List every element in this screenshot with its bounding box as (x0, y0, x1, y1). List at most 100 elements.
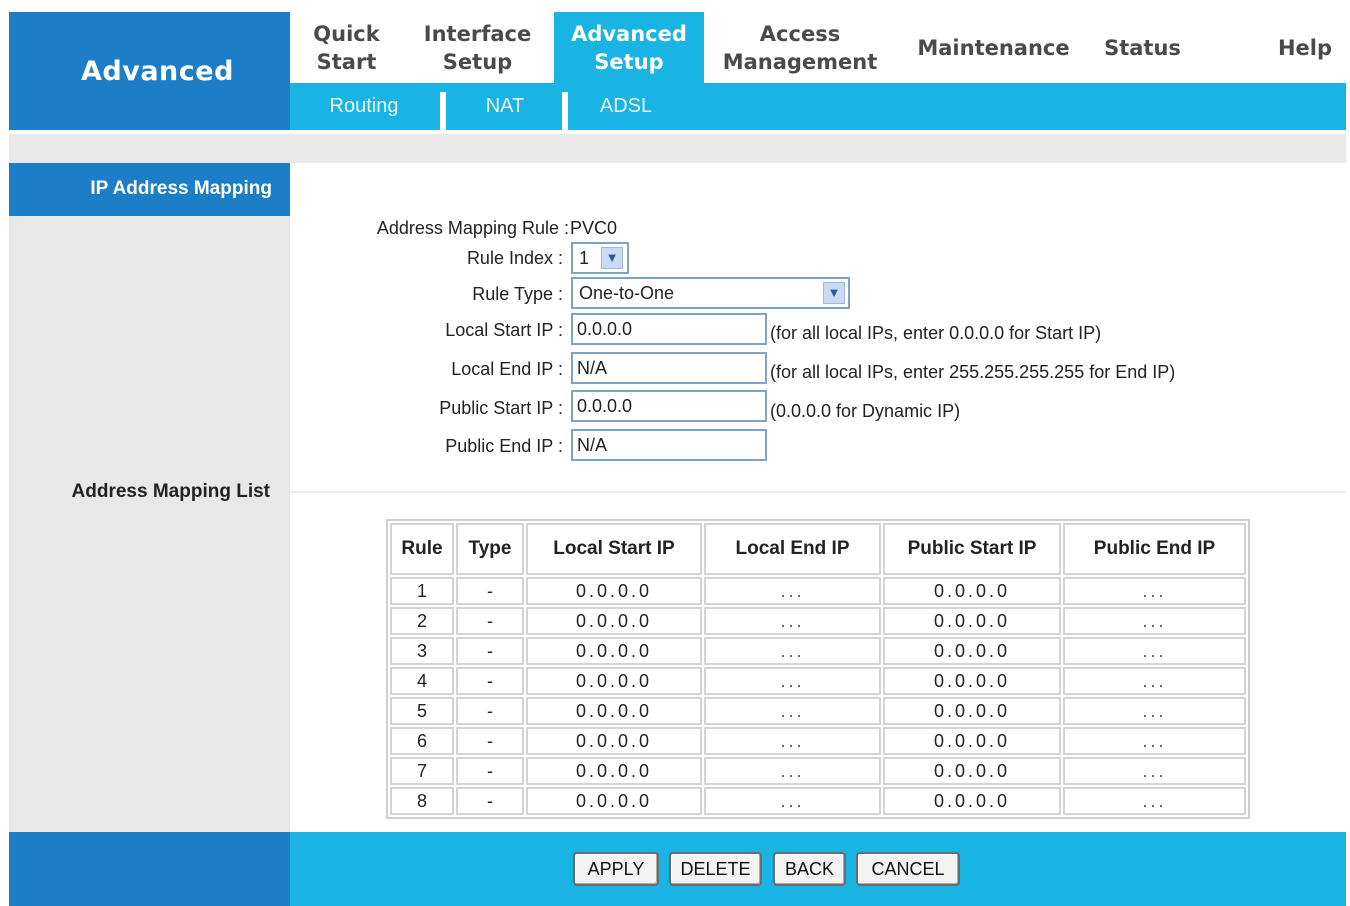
brand-title: Advanced (81, 56, 234, 87)
cell-local-end-ip: ... (704, 727, 881, 755)
tab-label: Management (722, 49, 878, 74)
cell-type: - (456, 607, 524, 635)
chevron-down-icon: ▼ (601, 247, 623, 269)
local-end-ip-input[interactable] (571, 352, 767, 384)
sub-nav: Routing NAT ADSL (290, 83, 1346, 130)
tab-label: Start (316, 49, 377, 74)
cell-local-end-ip: ... (704, 757, 881, 785)
public-end-ip-input[interactable] (571, 429, 767, 461)
cell-public-start-ip: 0.0.0.0 (883, 757, 1061, 785)
local-end-label: Local End IP : (451, 359, 563, 379)
cell-rule: 1 (390, 577, 454, 605)
cell-public-start-ip: 0.0.0.0 (883, 667, 1061, 695)
mapping-rule-value: PVC0 (570, 218, 618, 238)
cell-rule: 4 (390, 667, 454, 695)
rule-index-label: Rule Index : (466, 248, 563, 268)
tab-label: Setup (594, 49, 664, 74)
tab-label: Setup (442, 49, 513, 74)
cell-rule: 8 (390, 787, 454, 815)
local-end-hint: (for all local IPs, enter 255.255.255.25… (770, 362, 1176, 382)
table-row: 7-0.0.0.0... 0.0.0.0... (390, 757, 1246, 785)
cell-public-start-ip: 0.0.0.0 (883, 727, 1061, 755)
cell-type: - (456, 577, 524, 605)
cell-type: - (456, 667, 524, 695)
cell-local-start-ip: 0.0.0.0 (526, 607, 702, 635)
cell-rule: 3 (390, 637, 454, 665)
subtab-routing[interactable]: Routing (312, 83, 416, 130)
cell-local-start-ip: 0.0.0.0 (526, 637, 702, 665)
cell-local-end-ip: ... (704, 667, 881, 695)
cell-public-end-ip: ... (1063, 577, 1246, 605)
tab-maintenance[interactable]: Maintenance (906, 12, 1081, 83)
back-button[interactable]: BACK (773, 852, 846, 886)
subtab-adsl[interactable]: ADSL (574, 83, 678, 130)
cell-public-end-ip: ... (1063, 697, 1246, 725)
cell-rule: 5 (390, 697, 454, 725)
cell-type: - (456, 637, 524, 665)
cell-public-end-ip: ... (1063, 637, 1246, 665)
public-start-hint: (0.0.0.0 for Dynamic IP) (770, 401, 961, 421)
cell-public-end-ip: ... (1063, 607, 1246, 635)
rule-index-select[interactable]: 1 ▼ (571, 242, 629, 274)
cell-local-start-ip: 0.0.0.0 (526, 667, 702, 695)
tab-label: Maintenance (917, 35, 1070, 60)
subtab-nat[interactable]: NAT (450, 83, 560, 130)
cell-rule: 6 (390, 727, 454, 755)
cell-public-end-ip: ... (1063, 667, 1246, 695)
tab-label: Help (1277, 35, 1333, 60)
col-rule: Rule (390, 523, 454, 575)
mapping-table: Rule Type Local Start IP Local End IP Pu… (386, 519, 1250, 819)
cell-public-start-ip: 0.0.0.0 (883, 697, 1061, 725)
cell-local-start-ip: 0.0.0.0 (526, 727, 702, 755)
tab-status[interactable]: Status (1095, 12, 1190, 83)
col-local-end: Local End IP (704, 523, 881, 575)
header-band (9, 130, 1346, 163)
cell-local-start-ip: 0.0.0.0 (526, 757, 702, 785)
local-start-label: Local Start IP : (445, 320, 563, 340)
tab-advanced-setup[interactable]: Advanced Setup (554, 12, 704, 83)
footer-left (9, 832, 290, 906)
subtab-separator (440, 92, 446, 130)
cell-public-start-ip: 0.0.0.0 (883, 577, 1061, 605)
tab-quick-start[interactable]: Quick Start (290, 12, 403, 83)
table-header-row: Rule Type Local Start IP Local End IP Pu… (390, 523, 1246, 575)
delete-button[interactable]: DELETE (669, 852, 762, 886)
cancel-button[interactable]: CANCEL (856, 852, 960, 886)
rule-type-label: Rule Type : (472, 284, 563, 304)
cell-local-end-ip: ... (704, 787, 881, 815)
table-row: 5-0.0.0.0... 0.0.0.0... (390, 697, 1246, 725)
apply-button[interactable]: APPLY (573, 852, 659, 886)
list-title: Address Mapping List (71, 481, 270, 502)
local-start-ip-input[interactable] (571, 313, 767, 345)
table-row: 4-0.0.0.0... 0.0.0.0... (390, 667, 1246, 695)
tab-help[interactable]: Help (1265, 12, 1345, 83)
local-start-hint: (for all local IPs, enter 0.0.0.0 for St… (770, 323, 1102, 343)
cell-local-start-ip: 0.0.0.0 (526, 577, 702, 605)
table-row: 3-0.0.0.0... 0.0.0.0... (390, 637, 1246, 665)
brand-panel: Advanced (9, 12, 290, 130)
tab-interface-setup[interactable]: Interface Setup (410, 12, 545, 83)
cell-local-end-ip: ... (704, 577, 881, 605)
rule-type-select[interactable]: One-to-One ▼ (571, 277, 850, 309)
tab-label: Interface (423, 21, 532, 46)
table-row: 8-0.0.0.0... 0.0.0.0... (390, 787, 1246, 815)
section-title: IP Address Mapping (90, 178, 272, 199)
divider (290, 491, 1346, 493)
rule-type-value: One-to-One (579, 283, 675, 303)
mapping-rule-label: Address Mapping Rule : (376, 218, 569, 238)
section-bar: IP Address Mapping (9, 163, 290, 216)
subtab-separator (562, 92, 568, 130)
cell-type: - (456, 727, 524, 755)
chevron-down-icon: ▼ (823, 282, 845, 304)
public-start-ip-input[interactable] (571, 390, 767, 422)
cell-type: - (456, 697, 524, 725)
cell-local-end-ip: ... (704, 697, 881, 725)
cell-public-start-ip: 0.0.0.0 (883, 637, 1061, 665)
tab-access-management[interactable]: Access Management (714, 12, 886, 83)
table-row: 2-0.0.0.0... 0.0.0.0... (390, 607, 1246, 635)
cell-local-start-ip: 0.0.0.0 (526, 787, 702, 815)
col-public-end: Public End IP (1063, 523, 1246, 575)
cell-rule: 7 (390, 757, 454, 785)
cell-type: - (456, 757, 524, 785)
cell-local-start-ip: 0.0.0.0 (526, 697, 702, 725)
